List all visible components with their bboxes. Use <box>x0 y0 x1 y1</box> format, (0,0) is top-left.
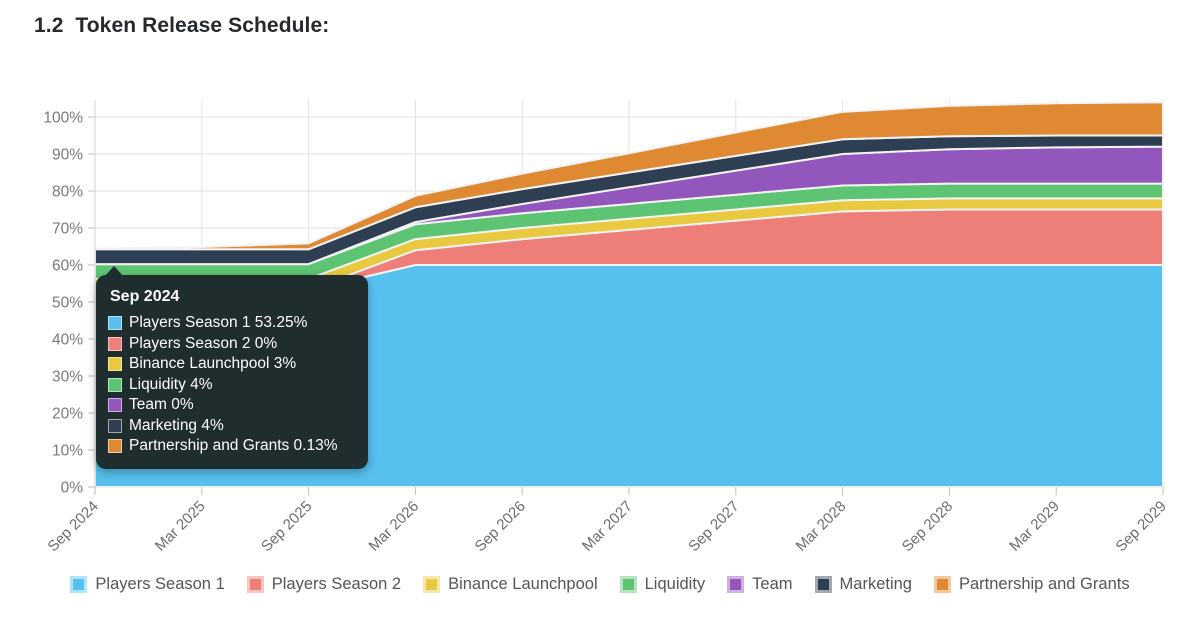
legend-item[interactable]: Partnership and Grants <box>933 575 1130 594</box>
legend-color-swatch <box>933 576 951 593</box>
y-tick-label: 0% <box>61 480 84 497</box>
legend-item-label: Players Season 1 <box>95 575 225 593</box>
y-tick-label: 20% <box>52 406 83 423</box>
legend-item-label: Players Season 2 <box>271 575 402 593</box>
y-tick-label: 50% <box>52 295 83 312</box>
chart-tooltip: Sep 2024 Players Season 1 53.25% Players … <box>96 266 368 469</box>
legend-color-swatch <box>727 576 745 593</box>
x-tick-label: Mar 2026 <box>365 498 422 555</box>
x-tick-label: Mar 2025 <box>152 498 209 555</box>
legend-item-label: Liquidity <box>644 575 706 593</box>
legend-color-swatch <box>70 576 88 593</box>
tooltip-color-swatch <box>108 336 122 351</box>
x-tick-label: Sep 2029 <box>1112 498 1169 555</box>
tooltip-color-swatch <box>108 377 122 392</box>
chart-legend[interactable]: Players Season 1 Players Season 2 Binance … <box>0 575 1200 594</box>
tooltip-color-swatch <box>108 316 122 331</box>
tooltip-row-label: Team 0% <box>129 396 194 413</box>
tooltip-color-swatch <box>108 357 122 372</box>
tooltip-title: Sep 2024 <box>110 288 180 305</box>
page-title: 1.2 Token Release Schedule: <box>34 14 330 37</box>
tooltip-row: Players Season 1 53.25% <box>108 313 354 334</box>
x-axis-labels: Sep 2024 Mar 2025 Sep 2025 Mar 2026 Sep 2026… <box>44 498 1169 555</box>
y-tick-label: 100% <box>43 110 83 127</box>
y-tick-label: 30% <box>52 369 83 386</box>
legend-color-swatch <box>619 576 637 593</box>
legend-item[interactable]: Binance Launchpool <box>423 575 598 594</box>
legend-color-swatch <box>423 576 441 593</box>
tooltip-rows: Players Season 1 53.25% Players Season 2 … <box>108 313 354 457</box>
x-tick-label: Sep 2027 <box>685 498 742 555</box>
x-tick-label: Sep 2026 <box>472 498 529 555</box>
tooltip-row-label: Players Season 2 0% <box>129 334 278 352</box>
tooltip-row: Partnership and Grants 0.13% <box>108 436 354 457</box>
tooltip-row: Marketing 4% <box>108 416 354 437</box>
legend-item[interactable]: Players Season 2 <box>246 575 402 594</box>
tooltip-row: Team 0% <box>108 395 354 416</box>
legend-item-label: Team <box>752 575 793 593</box>
legend-item[interactable]: Marketing <box>814 575 912 594</box>
legend-color-swatch <box>246 576 264 593</box>
legend-item[interactable]: Liquidity <box>619 575 706 594</box>
y-tick-label: 60% <box>52 258 83 275</box>
x-tick-label: Sep 2028 <box>899 498 956 555</box>
legend-item-label: Binance Launchpool <box>448 575 598 593</box>
tooltip-row: Binance Launchpool 3% <box>108 354 354 375</box>
tooltip-row-label: Binance Launchpool 3% <box>129 355 297 372</box>
y-axis-labels: 0% 10% 20% 30% 40% 50% 60% 70% 80% 90% 100% <box>43 110 83 497</box>
x-tick-label: Mar 2028 <box>793 498 850 555</box>
tooltip-row: Players Season 2 0% <box>108 334 354 355</box>
tooltip-color-swatch <box>108 439 122 454</box>
tooltip-row-label: Marketing 4% <box>129 416 224 434</box>
y-tick-label: 10% <box>52 443 83 460</box>
legend-item[interactable]: Team <box>727 575 793 594</box>
tooltip-row-label: Players Season 1 53.25% <box>129 314 308 331</box>
x-tick-label: Sep 2025 <box>258 498 315 555</box>
x-tick-label: Sep 2024 <box>44 498 101 555</box>
tooltip-color-swatch <box>108 418 122 433</box>
tooltip-row-label: Partnership and Grants 0.13% <box>129 437 338 454</box>
tooltip-row: Liquidity 4% <box>108 375 354 396</box>
y-tick-label: 90% <box>52 147 83 164</box>
legend-item[interactable]: Players Season 1 <box>70 575 225 594</box>
legend-item-label: Marketing <box>839 575 912 593</box>
y-tick-label: 80% <box>52 184 83 201</box>
x-tick-label: Mar 2029 <box>1006 498 1063 555</box>
tooltip-row-label: Liquidity 4% <box>129 375 213 393</box>
y-tick-label: 70% <box>52 221 83 238</box>
tooltip-color-swatch <box>108 398 122 413</box>
x-tick-label: Mar 2027 <box>579 498 636 555</box>
legend-color-swatch <box>814 576 832 593</box>
y-tick-label: 40% <box>52 332 83 349</box>
legend-item-label: Partnership and Grants <box>958 575 1130 593</box>
